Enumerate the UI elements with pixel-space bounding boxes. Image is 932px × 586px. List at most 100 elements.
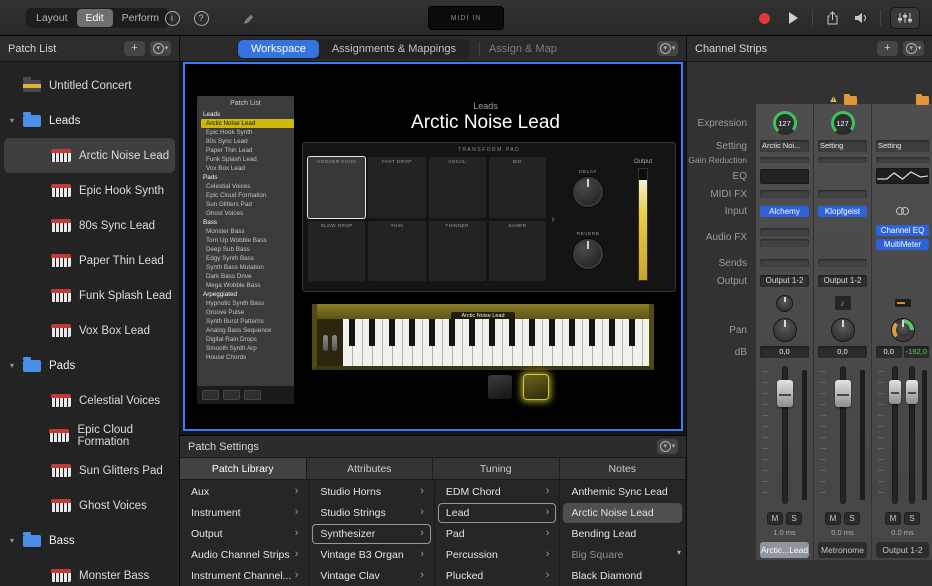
library-item[interactable]: Lead <box>438 503 557 523</box>
onscreen-patch-item[interactable]: Monster Bass <box>201 227 294 236</box>
folder-icon[interactable] <box>844 96 857 105</box>
fader-cap[interactable] <box>906 380 918 404</box>
peak-value[interactable]: -192,0 <box>904 346 930 358</box>
patch-settings-action-menu-button[interactable]: ▾▾ <box>657 439 678 454</box>
audio-fx-plugin[interactable]: MultiMeter <box>876 239 929 250</box>
patch-list-item[interactable]: ▾ Ghost Voices <box>4 488 175 523</box>
onscreen-patch-item[interactable]: Pads <box>201 173 294 182</box>
library-item[interactable]: Vintage B3 Organ <box>312 545 431 565</box>
stereo-volume-fader[interactable] <box>876 360 929 510</box>
patch-list-item[interactable]: ▾ Celestial Voices <box>4 383 175 418</box>
chevron-down-icon[interactable]: ▾ <box>10 361 23 370</box>
warning-icon[interactable]: ▲! <box>828 94 839 105</box>
library-item[interactable]: Big Square <box>563 545 682 565</box>
solo-button[interactable]: S <box>844 512 860 525</box>
onscreen-patch-item[interactable]: Epic Hook Synth <box>201 128 294 137</box>
onscreen-patch-item[interactable]: Digital Rain Drops <box>201 335 294 344</box>
onscreen-patch-item[interactable]: Arctic Noise Lead <box>201 119 294 128</box>
chevron-down-icon[interactable]: ▾ <box>10 116 23 125</box>
patch-list-item[interactable]: ▾ Epic Hook Synth <box>4 173 175 208</box>
mute-button[interactable]: M <box>767 512 783 525</box>
assign-map-button[interactable]: Assign & Map <box>489 43 557 55</box>
pedal-icon[interactable] <box>487 374 513 400</box>
input-plugin[interactable]: Alchemy <box>760 206 809 217</box>
play-button[interactable] <box>783 8 803 28</box>
patch-list-item[interactable]: ▾ Paper Thin Lead <box>4 243 175 278</box>
send-slot[interactable] <box>818 259 867 267</box>
onscreen-patch-item[interactable]: Arpeggiated <box>201 290 294 299</box>
pan-knob[interactable] <box>832 319 854 341</box>
transform-pad-cell[interactable]: THINNER <box>429 221 486 282</box>
patch-settings-tab[interactable]: Patch Library <box>180 458 307 479</box>
onscreen-patch-item[interactable]: Bass <box>201 218 294 227</box>
setting-field[interactable]: Setting <box>818 140 867 152</box>
onscreen-patch-item[interactable]: House Chords <box>201 353 294 362</box>
mode-button[interactable]: Perform <box>113 9 168 27</box>
transform-pad-cell[interactable]: BIG <box>489 157 546 218</box>
onscreen-patch-item[interactable]: Deep Sub Bass <box>201 245 294 254</box>
audio-fx-plugin[interactable]: Channel EQ <box>876 225 929 236</box>
eq-curve-thumbnail[interactable] <box>876 168 929 184</box>
onscreen-patch-item[interactable]: Sun Glitters Pad <box>201 200 294 209</box>
volume-fader[interactable] <box>818 360 867 510</box>
reverb-knob[interactable] <box>573 239 603 269</box>
send-slot[interactable] <box>760 259 809 267</box>
transform-pad-cell[interactable]: SLOW DROP <box>308 221 365 282</box>
edit-pencil-button[interactable] <box>238 10 258 30</box>
share-button[interactable] <box>822 8 842 28</box>
mixer-button[interactable] <box>890 7 920 29</box>
onscreen-patch-item[interactable]: Ghost Voices <box>201 209 294 218</box>
library-item[interactable]: Black Diamond <box>563 566 682 586</box>
master-volume-button[interactable] <box>851 8 871 28</box>
onscreen-patch-item[interactable]: Groove Pulse <box>201 308 294 317</box>
solo-button[interactable]: S <box>904 512 920 525</box>
mute-button[interactable]: M <box>885 512 901 525</box>
patch-list-item[interactable]: ▾ Vox Box Lead <box>4 313 175 348</box>
mod-wheels[interactable] <box>317 319 343 366</box>
tab-workspace[interactable]: Workspace <box>238 40 319 58</box>
info-button[interactable]: i <box>162 8 182 28</box>
channel-strips-action-menu-button[interactable]: ▾▾ <box>903 41 924 56</box>
library-item[interactable]: Plucked <box>438 566 557 586</box>
onscreen-patch-item[interactable]: 80s Sync Lead <box>201 137 294 146</box>
patch-list-item[interactable]: ▾ Untitled Concert <box>4 68 175 103</box>
eq-thumbnail[interactable] <box>760 169 809 184</box>
onscreen-patch-item[interactable]: Epic Cloud Formation <box>201 191 294 200</box>
library-item[interactable]: Studio Horns <box>312 482 431 502</box>
patch-list-action-menu-button[interactable]: ▾▾ <box>150 41 171 56</box>
onscreen-patch-item[interactable]: Dark Bass Drive <box>201 272 294 281</box>
metronome-note-icon[interactable]: ♪ <box>835 296 851 310</box>
volume-value[interactable]: 0,0 <box>818 346 867 358</box>
fader-cap[interactable] <box>777 380 793 407</box>
add-channel-strip-button[interactable]: + <box>877 41 898 56</box>
chevron-right-icon[interactable]: › <box>546 157 560 281</box>
onscreen-patch-item[interactable]: Torn Up Wobble Bass <box>201 236 294 245</box>
keyboard-keys[interactable] <box>343 319 649 366</box>
transform-pad-cell[interactable]: HOOVER ECHO <box>308 157 365 218</box>
library-item[interactable]: Bending Lead <box>563 524 682 544</box>
output-selector[interactable]: Output 1-2 <box>760 275 809 287</box>
pitch-wheel[interactable] <box>323 335 328 351</box>
pedal-icon-active[interactable] <box>523 374 549 400</box>
patch-list-item[interactable]: ▾ Bass <box>4 523 175 558</box>
expression-knob[interactable]: 127 <box>773 111 797 135</box>
solo-button[interactable]: S <box>786 512 802 525</box>
volume-value[interactable]: 0,0 <box>760 346 809 358</box>
library-item[interactable]: Pad <box>438 524 557 544</box>
transform-pad-cell[interactable]: FAST DROP <box>368 157 425 218</box>
strip-name[interactable]: Output 1-2 <box>876 542 929 558</box>
onscreen-patch-item[interactable]: Celestial Voices <box>201 182 294 191</box>
patch-list-item[interactable]: ▾ Epic Cloud Formation <box>4 418 175 453</box>
onscreen-patch-item[interactable]: Leads <box>201 110 294 119</box>
onscreen-keyboard[interactable]: Arctic Noise Lead <box>312 304 654 370</box>
transform-pad-cell[interactable]: VOCAL <box>429 157 486 218</box>
workspace-action-menu-button[interactable]: ▾▾ <box>657 41 678 56</box>
onscreen-patch-item[interactable]: Smooth Synth Arp <box>201 344 294 353</box>
delay-knob[interactable] <box>573 177 603 207</box>
stereo-format-icon[interactable] <box>896 207 909 215</box>
workspace-canvas[interactable]: Patch List LeadsArctic Noise LeadEpic Ho… <box>183 62 683 431</box>
strip-name[interactable]: Arctic...Lead <box>760 542 809 558</box>
library-item[interactable]: Instrument Channel... <box>183 566 305 586</box>
mute-button[interactable]: M <box>825 512 841 525</box>
fader-cap[interactable] <box>889 380 901 404</box>
